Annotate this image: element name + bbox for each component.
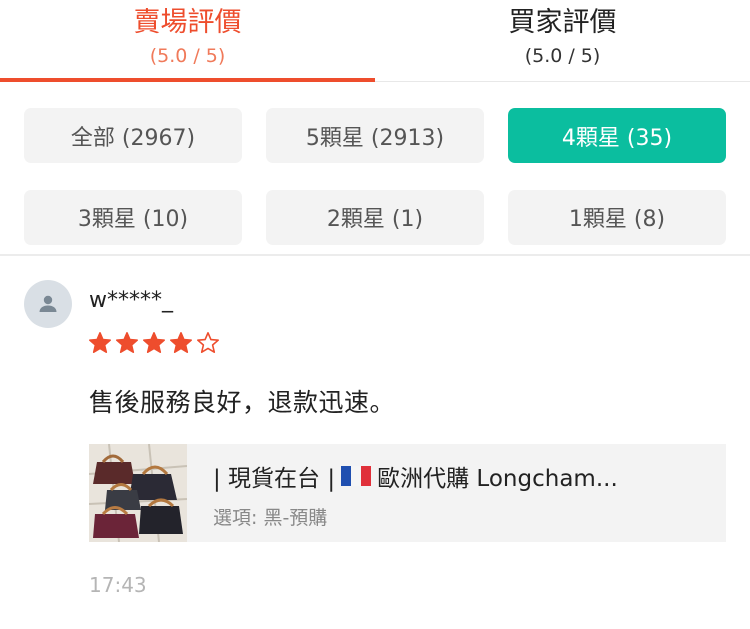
reviewer-username: w*****_	[89, 288, 173, 313]
tab-buyer-ratings-title: 買家評價	[508, 7, 617, 38]
product-thumbnail	[88, 443, 188, 543]
filter-all[interactable]: 全部 (2967)	[24, 108, 242, 163]
rating-tabs: 賣場評價 (5.0 / 5) 買家評價 (5.0 / 5)	[0, 0, 750, 82]
review-time: 17:43	[89, 573, 147, 597]
filter-4-stars[interactable]: 4顆星 (35)	[508, 108, 726, 163]
filter-5-stars[interactable]: 5顆星 (2913)	[266, 108, 484, 163]
tab-shop-ratings-title: 賣場評價	[133, 7, 242, 38]
product-title-prefix: | 現貨在台 |	[213, 466, 336, 492]
user-silhouette-icon	[39, 295, 57, 312]
product-option: 選項: 黑-預購	[213, 507, 328, 529]
star-filled-icon	[169, 331, 193, 354]
product-card[interactable]: | 現貨在台 | 歐洲代購 Longcham... 選項: 黑-預購	[88, 443, 726, 543]
rating-filter-group: 全部 (2967) 5顆星 (2913) 4顆星 (35) 3顆星 (10) 2…	[0, 82, 750, 256]
star-filled-icon	[88, 331, 112, 354]
tab-buyer-ratings[interactable]: 買家評價 (5.0 / 5)	[375, 0, 750, 81]
star-rating	[88, 331, 220, 355]
star-filled-icon	[142, 331, 166, 354]
filter-3-stars[interactable]: 3顆星 (10)	[24, 189, 242, 245]
filter-2-stars[interactable]: 2顆星 (1)	[266, 189, 484, 245]
tab-buyer-ratings-score: (5.0 / 5)	[524, 45, 601, 67]
avatar	[24, 280, 72, 328]
star-filled-icon	[115, 331, 139, 354]
france-flag-icon	[341, 466, 372, 486]
tab-shop-ratings-score: (5.0 / 5)	[149, 45, 226, 67]
tab-shop-ratings[interactable]: 賣場評價 (5.0 / 5)	[0, 0, 375, 81]
product-title: | 現貨在台 | 歐洲代購 Longcham...	[213, 459, 693, 493]
product-image	[88, 443, 188, 543]
product-title-suffix: 歐洲代購 Longcham...	[377, 466, 618, 492]
filter-1-star[interactable]: 1顆星 (8)	[508, 189, 726, 245]
active-tab-indicator	[0, 78, 375, 82]
product-info: | 現貨在台 | 歐洲代購 Longcham... 選項: 黑-預購	[187, 444, 713, 542]
review-comment: 售後服務良好，退款迅速。	[89, 388, 396, 417]
star-outline-icon	[196, 331, 220, 354]
